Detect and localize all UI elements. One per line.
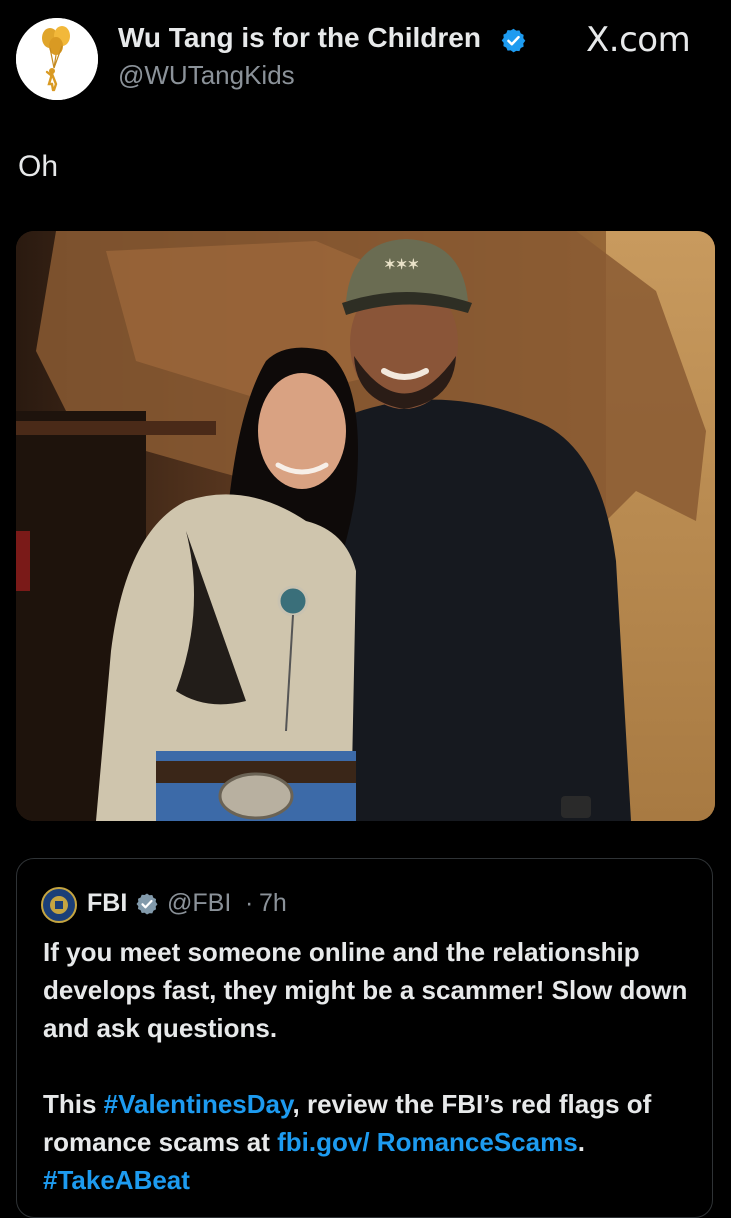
quoted-tweet-text: If you meet someone online and the relat…	[43, 933, 693, 1199]
balloon-child-logo-icon	[16, 18, 98, 100]
quoted-author-handle[interactable]: @FBI	[167, 889, 231, 918]
text-fragment: This	[43, 1089, 104, 1119]
meta-separator: ·	[245, 889, 254, 917]
quoted-author-name[interactable]: FBI	[87, 889, 127, 918]
svg-text:✶✶✶: ✶✶✶	[384, 256, 419, 272]
fbi-romance-scams-link[interactable]: fbi.gov/ RomanceScams	[277, 1127, 578, 1157]
quoted-paragraph-1: If you meet someone online and the relat…	[43, 937, 688, 1043]
x-com-watermark: X.com	[586, 20, 691, 60]
verified-badge-icon	[501, 28, 526, 53]
tweet-text: Oh	[18, 150, 59, 183]
hashtag-takeabeat-link[interactable]: #TakeABeat	[43, 1165, 190, 1195]
quoted-tweet-card[interactable]: FBI @FBI · 7h If you meet someone online…	[16, 858, 713, 1218]
quoted-paragraph-2: This #ValentinesDay, review the FBI’s re…	[43, 1085, 693, 1199]
fbi-seal-icon	[41, 887, 77, 923]
hashtag-valentinesday-link[interactable]: #ValentinesDay	[104, 1089, 293, 1119]
quoted-timestamp[interactable]: 7h	[259, 889, 287, 918]
profile-avatar[interactable]	[16, 18, 98, 100]
user-handle[interactable]: @WUTangKids	[118, 60, 295, 91]
photo-two-people-illustration: ✶✶✶	[16, 231, 715, 821]
text-fragment: .	[577, 1127, 585, 1157]
verified-badge-icon	[136, 893, 158, 915]
display-name[interactable]: Wu Tang is for the Children	[118, 22, 481, 54]
tweet-photo[interactable]: ✶✶✶	[16, 231, 715, 821]
